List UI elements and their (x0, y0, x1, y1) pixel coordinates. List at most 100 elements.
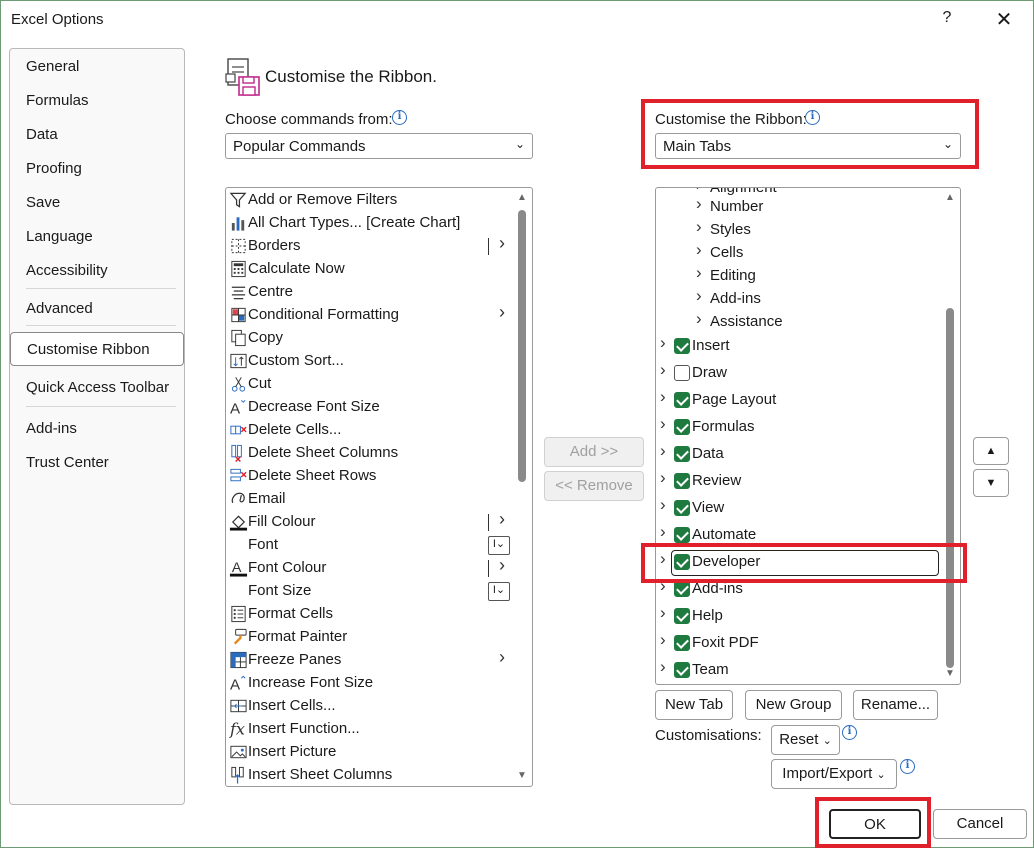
command-label: Calculate Now (248, 260, 345, 277)
scroll-thumb[interactable] (518, 210, 526, 482)
command-item[interactable]: Freeze Panes › (226, 647, 516, 672)
command-item[interactable]: Delete Cells... (226, 419, 516, 442)
command-label: Insert Sheet Columns (248, 766, 393, 783)
chevron-right-icon[interactable]: › (660, 522, 666, 542)
chevron-right-icon[interactable]: › (660, 603, 666, 623)
ribbon-scrollbar[interactable]: ▲ ▼ (944, 188, 956, 684)
command-item[interactable]: Delete Sheet Rows (226, 465, 516, 488)
help-button[interactable]: ? (937, 9, 957, 31)
command-item[interactable]: fx Insert Function... (226, 718, 516, 741)
new-tab-button[interactable]: New Tab (655, 690, 733, 720)
nav-item-save[interactable]: Save (26, 194, 60, 211)
chevron-right-icon[interactable]: › (660, 657, 666, 677)
tab-checkbox[interactable] (674, 392, 690, 408)
info-icon[interactable]: i (805, 110, 820, 125)
chevron-right-icon[interactable]: › (660, 441, 666, 461)
command-item[interactable]: Insert Cells... (226, 695, 516, 718)
cancel-button[interactable]: Cancel (933, 809, 1027, 839)
tab-checkbox[interactable] (674, 527, 690, 543)
scroll-up-icon[interactable]: ▲ (944, 192, 956, 203)
command-item[interactable]: Format Painter (226, 626, 516, 649)
chevron-right-icon[interactable]: › (660, 630, 666, 650)
command-item[interactable]: Conditional Formatting › (226, 302, 516, 327)
tree-group-label: Editing (710, 267, 756, 284)
chevron-right-icon[interactable]: › (660, 414, 666, 434)
nav-item-language[interactable]: Language (26, 228, 93, 245)
command-item[interactable]: Custom Sort... (226, 350, 516, 373)
command-item[interactable]: Font I⌄ (226, 534, 516, 557)
move-down-button[interactable]: ▼ (973, 469, 1009, 497)
command-item[interactable]: Insert Sheet Columns (226, 764, 516, 786)
nav-item-customise-ribbon[interactable]: Customise Ribbon (10, 332, 184, 366)
command-item[interactable]: A Decrease Font Size (226, 396, 516, 419)
command-item[interactable]: Email (226, 488, 516, 511)
command-item[interactable]: Delete Sheet Columns (226, 442, 516, 465)
ribbon-tabs-tree[interactable]: › Alignment › Number › Styles › Cells › Editing › A… (655, 187, 961, 685)
tab-checkbox[interactable] (674, 473, 690, 489)
info-icon[interactable]: i (392, 110, 407, 125)
command-item[interactable]: Add or Remove Filters (226, 189, 516, 212)
nav-item-formulas[interactable]: Formulas (26, 92, 89, 109)
chevron-right-icon[interactable]: › (660, 360, 666, 380)
customise-ribbon-dropdown[interactable]: Main Tabs ⌄ (655, 133, 961, 159)
chevron-right-icon[interactable]: › (660, 576, 666, 596)
info-icon[interactable]: i (842, 725, 857, 740)
close-button[interactable]: ✕ (991, 7, 1017, 33)
command-item[interactable]: Borders › (226, 233, 516, 258)
new-group-button[interactable]: New Group (745, 690, 842, 720)
command-item[interactable]: Cut (226, 373, 516, 396)
tab-checkbox[interactable] (674, 608, 690, 624)
tab-checkbox[interactable] (674, 581, 690, 597)
chevron-right-icon[interactable]: › (660, 468, 666, 488)
tab-checkbox[interactable] (674, 419, 690, 435)
command-item[interactable]: A Increase Font Size (226, 672, 516, 695)
nav-item-proofing[interactable]: Proofing (26, 160, 82, 177)
command-item[interactable]: Font Size I⌄ (226, 580, 516, 603)
command-item[interactable]: All Chart Types... [Create Chart] (226, 212, 516, 235)
import-export-button[interactable]: Import/Export ⌄ (771, 759, 897, 789)
command-item[interactable]: A Font Colour › (226, 555, 516, 580)
command-item[interactable]: Calculate Now (226, 258, 516, 281)
move-up-button[interactable]: ▲ (973, 437, 1009, 465)
chevron-right-icon[interactable]: › (660, 387, 666, 407)
nav-item-general[interactable]: General (26, 58, 79, 75)
command-item[interactable]: Copy (226, 327, 516, 350)
tab-checkbox[interactable] (674, 446, 690, 462)
reset-button[interactable]: Reset ⌄ (771, 725, 840, 755)
tab-checkbox[interactable] (674, 635, 690, 651)
chevron-right-icon[interactable]: › (660, 333, 666, 353)
chevron-right-icon[interactable]: › (660, 549, 666, 569)
tab-checkbox[interactable] (674, 662, 690, 678)
scroll-up-icon[interactable]: ▲ (516, 192, 528, 203)
tab-checkbox[interactable] (674, 365, 690, 381)
add-button[interactable]: Add >> (544, 437, 644, 467)
command-label: Font (248, 536, 279, 553)
tab-checkbox[interactable] (674, 500, 690, 516)
scroll-thumb[interactable] (946, 308, 954, 668)
command-item[interactable]: Fill Colour › (226, 509, 516, 534)
chevron-right-icon[interactable]: › (660, 495, 666, 515)
scroll-down-icon[interactable]: ▼ (516, 770, 528, 781)
nav-item-quick-access-toolbar[interactable]: Quick Access Toolbar (26, 379, 169, 396)
command-item[interactable]: Format Cells (226, 603, 516, 626)
nav-item-add-ins[interactable]: Add-ins (26, 420, 77, 437)
remove-button[interactable]: << Remove (544, 471, 644, 501)
command-label: Insert Picture (248, 743, 337, 760)
nav-item-advanced[interactable]: Advanced (26, 300, 93, 317)
font-colour-icon: A (229, 560, 248, 577)
rename-button[interactable]: Rename... (853, 690, 938, 720)
info-icon[interactable]: i (900, 759, 915, 774)
commands-list[interactable]: Add or Remove Filters All Chart Types... … (225, 187, 533, 787)
scroll-down-icon[interactable]: ▼ (944, 668, 956, 679)
command-label: Fill Colour (248, 513, 316, 530)
tab-checkbox[interactable] (674, 338, 690, 354)
choose-commands-dropdown[interactable]: Popular Commands ⌄ (225, 133, 533, 159)
nav-item-data[interactable]: Data (26, 126, 58, 143)
command-item[interactable]: Centre (226, 281, 516, 304)
chevron-down-icon: ⌄ (876, 769, 886, 781)
commands-scrollbar[interactable]: ▲ ▼ (516, 188, 528, 786)
ok-button[interactable]: OK (829, 809, 921, 839)
command-item[interactable]: Insert Picture (226, 741, 516, 764)
nav-item-accessibility[interactable]: Accessibility (26, 262, 108, 279)
nav-item-trust-center[interactable]: Trust Center (26, 454, 109, 471)
